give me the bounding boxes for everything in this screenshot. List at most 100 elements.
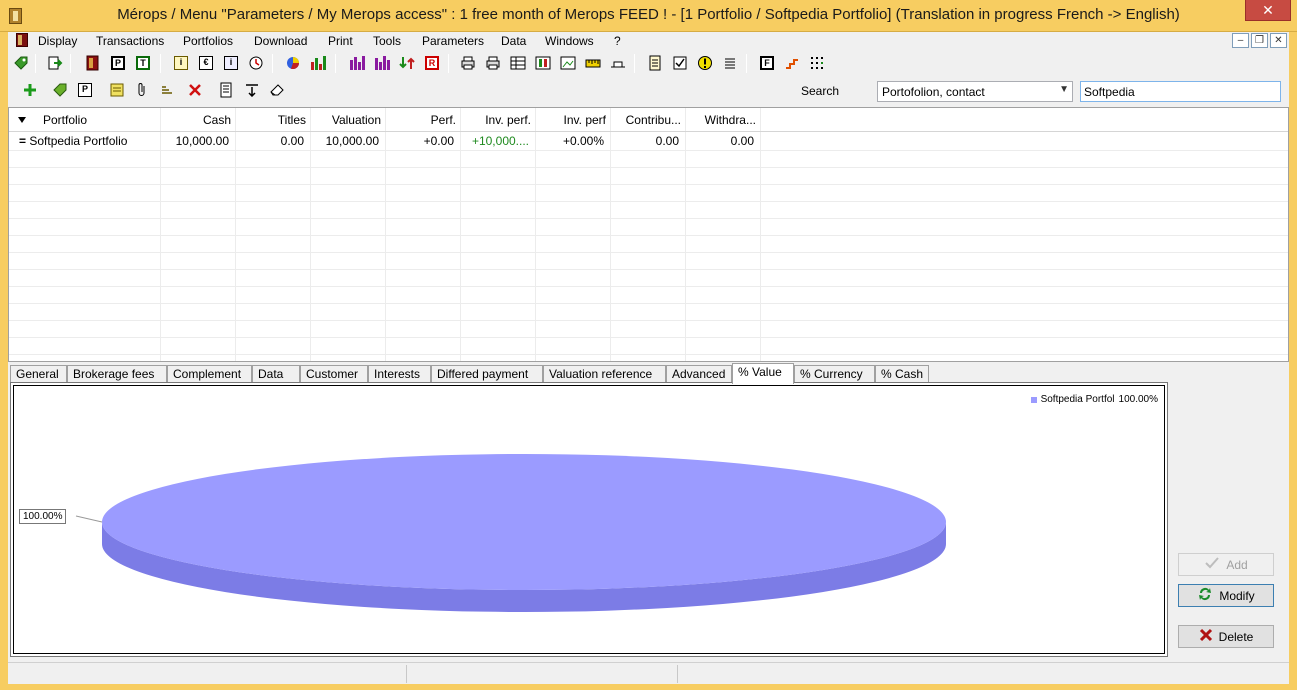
column-header-portfolio[interactable]: Portfolio bbox=[39, 108, 160, 132]
column-header-inv-perf[interactable]: Inv. perf. bbox=[460, 108, 535, 132]
delete-button[interactable]: Delete bbox=[1178, 625, 1274, 648]
tab-interests[interactable]: Interests bbox=[368, 365, 431, 383]
pie-slice-label: 100.00% bbox=[19, 509, 67, 524]
t-box-icon[interactable]: T bbox=[134, 54, 152, 72]
title-bar: Mérops / Menu "Parameters / My Merops ac… bbox=[0, 0, 1297, 32]
list-icon[interactable] bbox=[721, 54, 739, 72]
sort-icon[interactable] bbox=[158, 81, 176, 99]
menu-windows[interactable]: Windows bbox=[545, 34, 594, 48]
checkbox-icon[interactable] bbox=[671, 54, 689, 72]
note-icon[interactable] bbox=[108, 81, 126, 99]
document-list-icon[interactable] bbox=[217, 81, 235, 99]
printer2-icon[interactable] bbox=[484, 54, 502, 72]
filter-icon[interactable] bbox=[243, 81, 261, 99]
export-icon[interactable] bbox=[46, 54, 64, 72]
eraser-icon[interactable] bbox=[268, 81, 286, 99]
menu-download[interactable]: Download bbox=[254, 34, 307, 48]
menu-parameters[interactable]: Parameters bbox=[422, 34, 484, 48]
column-header-contributions[interactable]: Contribu... bbox=[610, 108, 685, 132]
column-header-inv-perf-pct[interactable]: Inv. perf bbox=[535, 108, 610, 132]
pie-chart bbox=[75, 454, 946, 612]
add-button[interactable]: Add bbox=[1178, 553, 1274, 576]
tab-brokerage-fees[interactable]: Brokerage fees bbox=[67, 365, 167, 383]
column-header-valuation[interactable]: Valuation bbox=[310, 108, 385, 132]
euro-icon[interactable]: € bbox=[197, 54, 215, 72]
f-box-icon[interactable]: F bbox=[758, 54, 776, 72]
app-icon[interactable] bbox=[9, 8, 22, 24]
tab-customer[interactable]: Customer bbox=[300, 365, 368, 383]
r-box-icon[interactable]: R bbox=[423, 54, 441, 72]
menu-portfolios[interactable]: Portfolios bbox=[183, 34, 233, 48]
info-card-icon[interactable]: i bbox=[222, 54, 240, 72]
add-icon[interactable] bbox=[21, 81, 39, 99]
bars-icon[interactable] bbox=[309, 54, 327, 72]
tag-green-icon[interactable] bbox=[51, 81, 69, 99]
bars-purple2-icon[interactable] bbox=[373, 54, 391, 72]
mdi-restore-button[interactable]: ❐ bbox=[1251, 33, 1268, 48]
p-box-icon[interactable]: P bbox=[109, 54, 127, 72]
paperclip-icon[interactable] bbox=[133, 81, 151, 99]
tag-icon[interactable] bbox=[12, 54, 30, 72]
column-header-cash[interactable]: Cash bbox=[160, 108, 235, 132]
pie-icon[interactable] bbox=[284, 54, 302, 72]
doc-icon[interactable] bbox=[646, 54, 664, 72]
book-icon[interactable] bbox=[84, 54, 102, 72]
toolbar-separator bbox=[35, 54, 36, 73]
window-frame-left bbox=[0, 32, 8, 690]
tab-percent-currency[interactable]: % Currency bbox=[794, 365, 875, 383]
info-icon[interactable]: i bbox=[172, 54, 190, 72]
tab-general[interactable]: General bbox=[10, 365, 67, 383]
row-divider bbox=[9, 150, 1288, 151]
menu-data[interactable]: Data bbox=[501, 34, 526, 48]
search-scope-select[interactable]: Portofolion, contact ▼ bbox=[877, 81, 1073, 102]
portfolio-grid: Portfolio Cash Titles Valuation Perf. In… bbox=[8, 107, 1289, 362]
chart-area: Softpedia Portfol 100.00% 100.00% bbox=[13, 385, 1165, 654]
image-icon[interactable] bbox=[559, 54, 577, 72]
tab-differed-payment[interactable]: Differed payment bbox=[431, 365, 543, 383]
chevron-down-icon[interactable]: ▼ bbox=[1059, 84, 1069, 95]
tab-valuation-reference[interactable]: Valuation reference bbox=[543, 365, 666, 383]
menu-print[interactable]: Print bbox=[328, 34, 353, 48]
printer-icon[interactable] bbox=[459, 54, 477, 72]
p-box-small-icon[interactable]: P bbox=[76, 81, 94, 99]
menu-transactions[interactable]: Transactions bbox=[96, 34, 164, 48]
table-icon[interactable] bbox=[509, 54, 527, 72]
menu-tools[interactable]: Tools bbox=[373, 34, 401, 48]
row-divider bbox=[9, 201, 1288, 202]
column-header-titles[interactable]: Titles bbox=[235, 108, 310, 132]
modify-button[interactable]: Modify bbox=[1178, 584, 1274, 607]
delete-icon[interactable] bbox=[186, 81, 204, 99]
column-header-perf[interactable]: Perf. bbox=[385, 108, 460, 132]
tab-data[interactable]: Data bbox=[252, 365, 300, 383]
document-icon[interactable] bbox=[16, 33, 28, 47]
bars-purple-icon[interactable] bbox=[348, 54, 366, 72]
tab-advanced[interactable]: Advanced bbox=[666, 365, 732, 383]
tab-percent-value[interactable]: % Value bbox=[732, 363, 794, 384]
close-icon bbox=[1199, 628, 1213, 645]
close-window-button[interactable]: ✕ bbox=[1245, 0, 1291, 21]
clock-icon[interactable] bbox=[247, 54, 265, 72]
search-input[interactable] bbox=[1080, 81, 1281, 102]
mdi-minimize-button[interactable]: – bbox=[1232, 33, 1249, 48]
mdi-close-button[interactable]: ✕ bbox=[1270, 33, 1287, 48]
toolbar-separator bbox=[335, 54, 336, 73]
flat-icon[interactable] bbox=[609, 54, 627, 72]
column-header-withdrawals[interactable]: Withdra... bbox=[685, 108, 760, 132]
grid-dots-icon[interactable] bbox=[808, 54, 826, 72]
pie-slice bbox=[102, 454, 946, 590]
row-divider bbox=[9, 167, 1288, 168]
updown-icon[interactable] bbox=[398, 54, 416, 72]
sort-down-icon[interactable] bbox=[18, 117, 26, 123]
tab-percent-cash[interactable]: % Cash bbox=[875, 365, 929, 383]
search-scope-value: Portofolion, contact bbox=[882, 85, 985, 99]
ruler-icon[interactable] bbox=[584, 54, 602, 72]
menu-help[interactable]: ? bbox=[614, 34, 621, 48]
toolbar-separator bbox=[448, 54, 449, 73]
modify-button-label: Modify bbox=[1219, 588, 1255, 603]
warning-icon[interactable] bbox=[696, 54, 714, 72]
stairs-icon[interactable] bbox=[783, 54, 801, 72]
menu-display[interactable]: Display bbox=[38, 34, 77, 48]
columns-icon[interactable] bbox=[534, 54, 552, 72]
window-frame-bottom bbox=[0, 684, 1297, 690]
tab-complement[interactable]: Complement bbox=[167, 365, 252, 383]
